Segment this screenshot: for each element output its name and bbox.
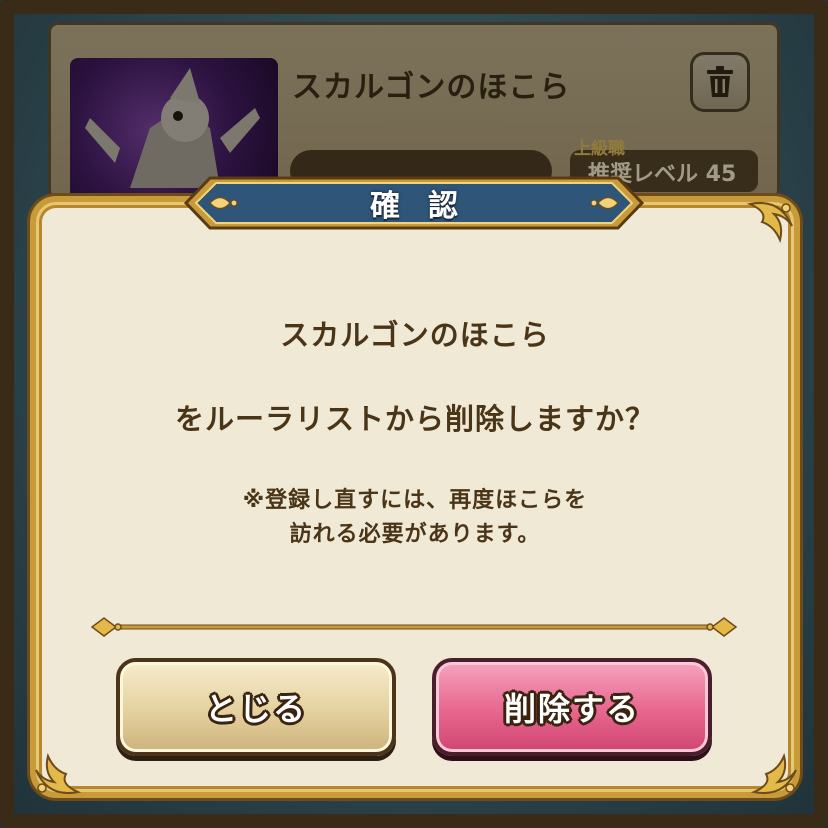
message-question: をルーラリストから削除しますか？ xyxy=(174,402,655,436)
shrine-title: スカルゴンのほこら xyxy=(292,70,571,105)
message-shrine-name: スカルゴンのほこら xyxy=(280,318,550,352)
trash-button xyxy=(690,52,750,112)
note-line-2: 訪れる必要があります。 xyxy=(289,522,541,547)
ornamental-divider xyxy=(90,612,738,642)
dialog-title-banner: 確認 xyxy=(180,170,648,236)
corner-ornament-bottom-left xyxy=(28,740,88,800)
trash-icon xyxy=(707,66,733,97)
close-button[interactable]: とじる xyxy=(116,658,396,756)
note-line-1: ※登録し直すには、再度ほこらを xyxy=(242,488,588,513)
corner-ornament-bottom-right xyxy=(744,740,804,800)
dialog-title: 確認 xyxy=(370,189,486,224)
delete-button[interactable]: 削除する xyxy=(432,658,712,756)
corner-ornament-top-right xyxy=(740,196,800,256)
